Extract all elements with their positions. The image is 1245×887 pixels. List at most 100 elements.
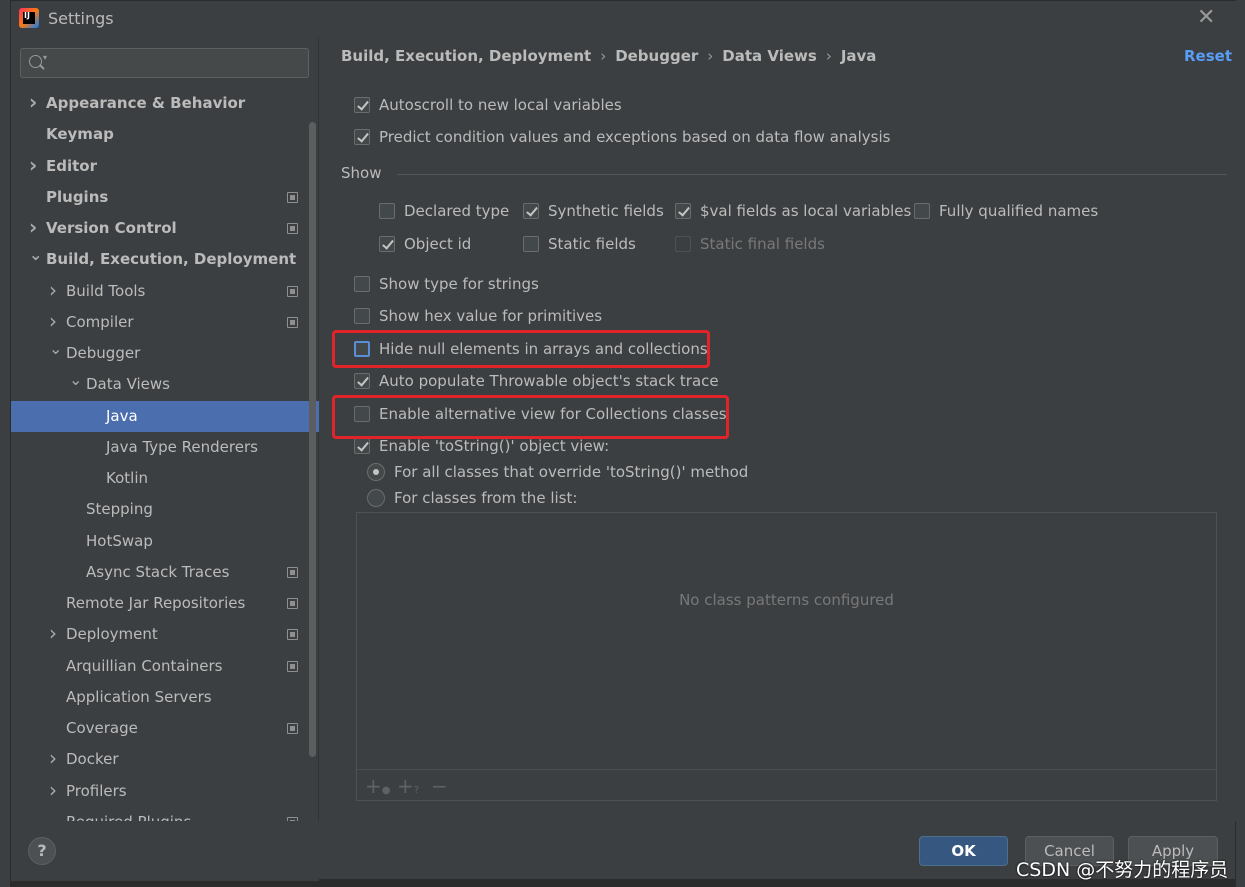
sidebar-item-label: Keymap [46, 125, 114, 144]
add-pattern-icon[interactable]: +? [397, 774, 419, 798]
settings-dialog: IJ Settings ✕ ▾ › Appearance & Behavior Ke… [10, 0, 1237, 881]
checkbox-label: Static final fields [700, 235, 825, 253]
sidebar-scrollbar[interactable] [309, 122, 316, 757]
radio-circle [367, 489, 385, 507]
breadcrumb-item: Java [840, 47, 877, 65]
reset-link[interactable]: Reset [1184, 47, 1232, 65]
breadcrumb-item: Data Views [722, 47, 817, 65]
checkbox-box [354, 97, 370, 113]
sidebar-item-stepping[interactable]: Stepping [11, 494, 319, 525]
sidebar-item-remote-jar-repositories[interactable]: Remote Jar Repositories [11, 588, 319, 619]
sidebar-item-deployment[interactable]: › Deployment [11, 619, 319, 650]
checkbox-box [354, 373, 370, 389]
chevron-right-icon[interactable]: › [49, 775, 57, 806]
checkbox-label: Declared type [404, 202, 510, 220]
search-input[interactable]: ▾ [20, 48, 309, 78]
sidebar-item-label: Java [106, 406, 138, 425]
checkbox-label: Object id [404, 235, 472, 253]
class-patterns-list[interactable]: No class patterns configured +● +? − [356, 512, 1217, 801]
chevron-down-icon[interactable]: ⌄ [49, 333, 62, 364]
sidebar-item-build-tools[interactable]: › Build Tools [11, 276, 319, 307]
checkbox-label: Auto populate Throwable object's stack t… [379, 372, 719, 390]
background-ide-right [1236, 0, 1245, 887]
checkbox-box [379, 203, 395, 219]
sidebar-item-label: Required Plugins [66, 807, 191, 821]
sidebar-item-label: Build, Execution, Deployment [46, 250, 297, 269]
checkbox-label: Autoscroll to new local variables [379, 96, 622, 114]
chevron-right-icon[interactable]: › [29, 88, 37, 118]
sidebar-item-plugins[interactable]: Plugins [11, 182, 319, 213]
sidebar-item-hotswap[interactable]: HotSwap [11, 526, 319, 557]
project-level-icon [287, 629, 298, 641]
sidebar-item-label: Profilers [66, 781, 127, 800]
sidebar-item-editor[interactable]: › Editor [11, 151, 319, 182]
checkbox-label: Enable alternative view for Collections … [379, 405, 727, 423]
radio-circle [367, 463, 385, 481]
checkbox-label: Predict condition values and exceptions … [379, 128, 891, 146]
sidebar-item-label: Editor [46, 156, 97, 175]
project-level-icon [287, 566, 298, 578]
chevron-right-icon[interactable]: › [49, 275, 57, 306]
settings-sidebar: ▾ › Appearance & Behavior Keymap › Editor Plu… [11, 37, 319, 821]
checkbox-label: Synthetic fields [548, 202, 664, 220]
watermark: CSDN @不努力的程序员 [1016, 859, 1229, 881]
checkbox-box [675, 203, 691, 219]
project-level-icon [287, 316, 298, 328]
sidebar-item-profilers[interactable]: › Profilers [11, 776, 319, 807]
remove-icon[interactable]: − [431, 774, 448, 798]
settings-content: Build, Execution, Deployment › Debugger › Da… [320, 37, 1237, 821]
chevron-down-icon[interactable]: ⌄ [29, 239, 42, 270]
checkbox-box [354, 129, 370, 145]
checkbox-box [354, 438, 370, 454]
checkbox-label: Show type for strings [379, 275, 539, 293]
chevron-down-icon[interactable]: ⌄ [69, 364, 82, 395]
chevron-right-icon[interactable]: › [29, 150, 37, 181]
checkbox-box [354, 341, 370, 357]
sidebar-item-data-views[interactable]: ⌄ Data Views [11, 369, 319, 400]
sidebar-item-keymap[interactable]: Keymap [11, 119, 319, 150]
sidebar-item-label: Kotlin [106, 469, 148, 487]
ok-button[interactable]: OK [919, 836, 1008, 866]
sidebar-item-java[interactable]: Java [11, 400, 319, 432]
project-level-icon [287, 598, 298, 609]
sidebar-item-label: Version Control [46, 219, 177, 237]
help-button[interactable]: ? [28, 837, 56, 865]
project-level-icon [287, 223, 298, 234]
checkbox-box [523, 203, 539, 219]
sidebar-item-coverage[interactable]: Coverage [11, 713, 319, 744]
sidebar-item-async-stack-traces[interactable]: Async Stack Traces [11, 557, 319, 588]
checkbox-box [354, 276, 370, 292]
sidebar-item-version-control[interactable]: › Version Control [11, 213, 319, 244]
sidebar-item-label: Deployment [66, 625, 158, 644]
title-bar: IJ Settings ✕ [11, 1, 1237, 37]
add-class-icon[interactable]: +● [365, 774, 391, 798]
checkbox-label: Enable 'toString()' object view: [379, 437, 610, 455]
chevron-right-icon[interactable]: › [49, 618, 57, 649]
checkbox-label: Fully qualified names [939, 202, 1099, 220]
sidebar-item-java-type-renderers[interactable]: Java Type Renderers [11, 432, 319, 463]
breadcrumb-separator: › [825, 47, 832, 65]
project-level-icon [287, 191, 298, 203]
list-toolbar: +● +? − [357, 769, 1216, 800]
chevron-right-icon[interactable]: › [49, 743, 57, 774]
checkbox-box [379, 236, 395, 252]
breadcrumb-item: Build, Execution, Deployment [341, 47, 592, 65]
checkbox-label: $val fields as local variables [700, 202, 912, 220]
sidebar-item-arquillian-containers[interactable]: Arquillian Containers [11, 651, 319, 682]
sidebar-item-label: Compiler [66, 312, 134, 331]
close-icon[interactable]: ✕ [1197, 5, 1215, 30]
sidebar-item-application-servers[interactable]: Application Servers [11, 682, 319, 713]
sidebar-item-required-plugins[interactable]: Required Plugins [11, 807, 319, 821]
checkbox-label: Hide null elements in arrays and collect… [379, 340, 708, 358]
sidebar-item-label: Appearance & Behavior [46, 94, 246, 112]
checkbox-box [354, 406, 370, 422]
sidebar-item-docker[interactable]: › Docker [11, 744, 319, 775]
sidebar-item-appearance-behavior[interactable]: › Appearance & Behavior [11, 88, 319, 119]
show-section-label: Show [341, 164, 382, 182]
sidebar-item-debugger[interactable]: ⌄ Debugger [11, 338, 319, 369]
dialog-footer-left: ? [11, 821, 319, 881]
breadcrumb-separator: › [707, 47, 714, 65]
breadcrumb: Build, Execution, Deployment › Debugger › Da… [341, 47, 876, 65]
sidebar-item-build-execution-deployment[interactable]: ⌄ Build, Execution, Deployment [11, 244, 319, 275]
sidebar-item-kotlin[interactable]: Kotlin [11, 463, 319, 494]
